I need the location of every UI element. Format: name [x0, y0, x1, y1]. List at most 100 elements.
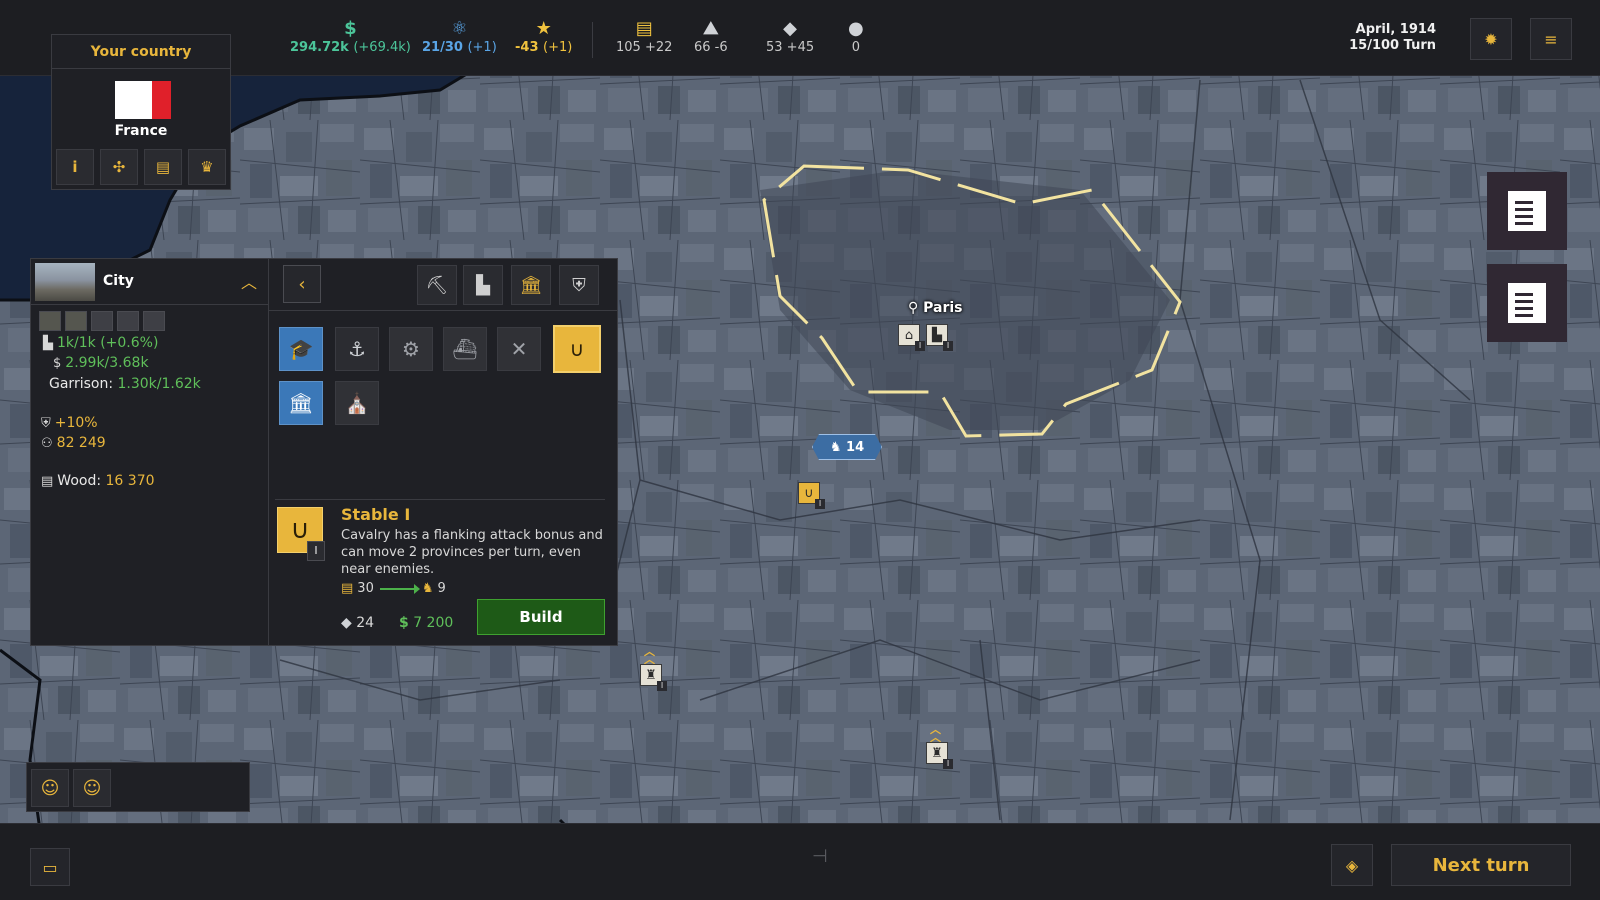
menu-icon[interactable]: ≡ — [1530, 18, 1572, 60]
population-value: 82 249 — [56, 435, 106, 451]
steel-value: 53 +45 — [766, 40, 815, 55]
next-turn-button[interactable]: Next turn — [1391, 844, 1571, 886]
build-button[interactable]: Build — [477, 599, 605, 635]
cavalry-icon: ♞ — [829, 439, 842, 455]
building-description: Cavalry has a flanking attack bonus and … — [341, 528, 603, 577]
date-text: April, 1914 — [1355, 22, 1436, 37]
trophy-icon[interactable]: ♛ — [188, 149, 226, 185]
general-portrait-icon[interactable]: ☺ — [31, 769, 69, 807]
ore-icon: ⛰ — [703, 18, 719, 39]
network-icon[interactable]: ✣ — [100, 149, 138, 185]
ore-value: 66 -6 — [694, 40, 728, 55]
bottom-bar: ▭ ⊣ ◈ Next turn — [0, 823, 1600, 900]
rank-chevron-icon: ︿ ︿ — [644, 645, 655, 666]
report-document-button[interactable] — [1487, 264, 1567, 342]
shipyard-building-button[interactable]: ⛴ — [443, 327, 487, 371]
buildings-section: ‹ ⛏ ▙ 🏛 ⛨ 🎓 ⚓ ⚙ ⛴ ✕ ∪ 🏛 ⛪ ∪ I Stable I C… — [269, 259, 617, 645]
stable-building-button[interactable]: ∪ — [553, 325, 601, 373]
conversion-input: 30 — [357, 581, 374, 596]
wood-amount: 16 370 — [105, 473, 155, 489]
wood-label: Wood: — [57, 473, 102, 489]
building-slot[interactable] — [39, 311, 61, 331]
science-resource[interactable]: ⚛ 21/30 (+1) — [422, 18, 497, 55]
sun-icon[interactable]: ✹ — [1470, 18, 1512, 60]
garrison-label: Garrison: — [49, 376, 114, 392]
shield-icon: ⛨ — [41, 416, 51, 431]
report-document-button[interactable] — [1487, 172, 1567, 250]
wood-icon: ▤ — [341, 581, 354, 596]
cathedral-building-button[interactable]: ⛪ — [335, 381, 379, 425]
ore-resource[interactable]: ⛰ 66 -6 — [694, 18, 728, 55]
unit-map-icon[interactable]: ♜ I — [926, 742, 953, 769]
wood-resource[interactable]: ▤ 105 +22 — [616, 18, 672, 55]
army-count: 14 — [846, 439, 865, 455]
wood-value: 105 +22 — [616, 40, 673, 55]
top-bar: $ 294.72k (+69.4k) ⚛ 21/30 (+1) ★ -43 (+… — [0, 0, 1600, 76]
windmill-building-button[interactable]: ✕ — [497, 327, 541, 371]
unit-map-icon[interactable]: ♜ I — [640, 664, 667, 691]
document-icon[interactable]: ▤ — [144, 149, 182, 185]
building-title: Stable I — [341, 505, 411, 524]
document-icon — [1508, 191, 1546, 231]
general-portrait-icon[interactable]: ☺ — [73, 769, 111, 807]
building-slot[interactable] — [117, 311, 139, 331]
hint-icon: ⊣ — [812, 846, 828, 867]
country-panel: Your country France i ✣ ▤ ♛ — [51, 34, 231, 190]
industry-stat: ▙ 1k/1k (+0.6%) — [43, 335, 158, 351]
prestige-value: -43 — [515, 40, 539, 55]
building-slot[interactable] — [65, 311, 87, 331]
workshop-building-button[interactable]: ⚙ — [389, 327, 433, 371]
atom-icon: ⚛ — [451, 18, 468, 39]
building-slot[interactable] — [143, 311, 165, 331]
defense-stat: ⛨ +10% — [41, 415, 98, 431]
university-building-button[interactable]: 🎓 — [279, 327, 323, 371]
steel-icon: ◆ — [783, 18, 797, 39]
back-arrow-icon[interactable]: ‹ — [283, 265, 321, 303]
info-icon[interactable]: i — [56, 149, 94, 185]
arrow-right-icon — [379, 583, 420, 594]
conversion-output: 9 — [437, 581, 446, 596]
oil-icon: ● — [848, 18, 864, 39]
money-cost-value: 7 200 — [413, 615, 454, 631]
money-value: 294.72k — [290, 40, 349, 55]
prestige-resource[interactable]: ★ -43 (+1) — [515, 18, 572, 55]
oil-resource[interactable]: ● 0 — [848, 18, 864, 55]
generals-panel: ☺ ☺ — [26, 762, 250, 812]
pickaxe-icon[interactable]: ⛏ — [417, 265, 457, 305]
stable-map-icon[interactable]: ∪ I — [798, 482, 825, 509]
steel-cost: ◆ 24 — [341, 615, 374, 631]
shield-icon[interactable]: ⛨ — [559, 265, 599, 305]
institution-icon[interactable]: 🏛 — [511, 265, 551, 305]
people-icon: ⚇ — [41, 436, 53, 451]
rank-chevron-icon: ︿ ︿ — [930, 723, 941, 744]
prestige-delta: (+1) — [543, 40, 573, 55]
building-category-tabs: ‹ ⛏ ▙ 🏛 ⛨ — [269, 259, 617, 311]
city-name-text: Paris — [923, 300, 963, 316]
chevron-up-icon[interactable]: ︿ — [241, 269, 257, 293]
layers-icon[interactable]: ◈ — [1331, 844, 1373, 886]
steel-resource[interactable]: ◆ 53 +45 — [766, 18, 814, 55]
divider — [275, 499, 605, 500]
money-delta: (+69.4k) — [353, 40, 411, 55]
steel-cost-value: 24 — [356, 615, 375, 631]
dollar-icon: $ — [53, 356, 62, 371]
port-anchor-building-button[interactable]: ⚓ — [335, 327, 379, 371]
money-resource[interactable]: $ 294.72k (+69.4k) — [290, 18, 411, 55]
pin-icon: ⚲ — [908, 300, 919, 316]
france-flag[interactable] — [115, 81, 172, 119]
factory-icon: ▙ — [43, 336, 53, 351]
army-badge[interactable]: ♞ 14 — [812, 434, 882, 460]
oil-value: 0 — [851, 40, 860, 55]
building-slot[interactable] — [91, 311, 113, 331]
bank-building-button[interactable]: 🏛 — [279, 381, 323, 425]
city-building-icon[interactable]: ⌂ I — [898, 324, 925, 351]
science-delta: (+1) — [467, 40, 497, 55]
chat-icon[interactable]: ▭ — [30, 848, 70, 886]
city-header[interactable]: City ︿ — [31, 259, 269, 305]
city-name-label[interactable]: ⚲ Paris — [908, 300, 963, 316]
country-panel-title: Your country — [52, 35, 230, 69]
wood-icon: ▤ — [41, 474, 54, 489]
money-cost: $ 7 200 — [399, 615, 453, 631]
factory-building-icon[interactable]: ▙ I — [926, 324, 953, 351]
factory-icon[interactable]: ▙ — [463, 265, 503, 305]
